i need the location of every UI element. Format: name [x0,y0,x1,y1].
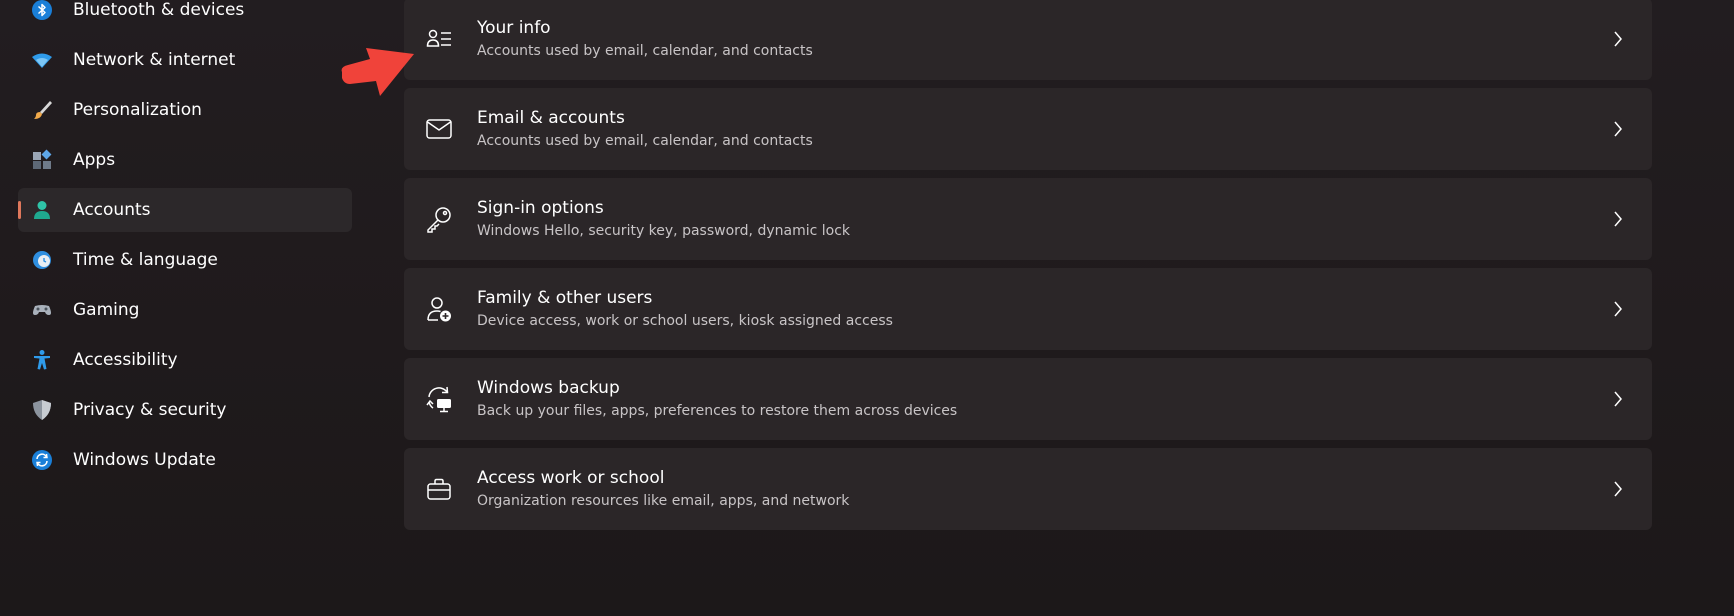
bluetooth-icon [30,0,54,22]
gamepad-icon [30,298,54,322]
sidebar-item-label: Apps [73,150,116,170]
sidebar: Bluetooth & devices Network & internet P… [0,0,370,616]
sidebar-item-label: Gaming [73,300,140,320]
chevron-right-icon [1610,30,1626,48]
card-title: Windows backup [477,378,620,398]
chevron-right-icon [1610,120,1626,138]
chevron-right-icon [1610,390,1626,408]
key-icon [424,204,454,234]
person-add-icon [424,294,454,324]
card-title: Access work or school [477,468,665,488]
card-sign-in-options[interactable]: Sign-in options Windows Hello, security … [404,178,1652,260]
chevron-right-icon [1610,300,1626,318]
card-windows-backup[interactable]: Windows backup Back up your files, apps,… [404,358,1652,440]
annotation-arrow-icon [341,48,414,96]
card-title: Sign-in options [477,198,604,218]
card-your-info[interactable]: Your info Accounts used by email, calend… [404,0,1652,80]
sidebar-item-personalization[interactable]: Personalization [18,88,352,132]
wifi-icon [30,48,54,72]
sidebar-item-privacy-security[interactable]: Privacy & security [18,388,352,432]
apps-icon [30,148,54,172]
card-subtitle: Accounts used by email, calendar, and co… [477,43,813,59]
sidebar-item-bluetooth-devices[interactable]: Bluetooth & devices [18,0,352,32]
person-icon [30,198,54,222]
sidebar-item-gaming[interactable]: Gaming [18,288,352,332]
card-family-other-users[interactable]: Family & other users Device access, work… [404,268,1652,350]
card-subtitle: Back up your files, apps, preferences to… [477,403,958,419]
sidebar-item-label: Bluetooth & devices [73,0,245,20]
mail-icon [424,114,454,144]
card-subtitle: Organization resources like email, apps,… [477,493,850,509]
card-subtitle: Windows Hello, security key, password, d… [477,223,851,239]
accessibility-icon [30,348,54,372]
person-list-icon [424,24,454,54]
sidebar-item-label: Accessibility [73,350,178,370]
card-subtitle: Accounts used by email, calendar, and co… [477,133,813,149]
sidebar-item-label: Time & language [73,250,218,270]
update-icon [30,448,54,472]
chevron-right-icon [1610,480,1626,498]
sidebar-item-label: Accounts [73,200,151,220]
sidebar-item-accounts[interactable]: Accounts [18,188,352,232]
sidebar-item-accessibility[interactable]: Accessibility [18,338,352,382]
settings-window: Bluetooth & devices Network & internet P… [0,0,1734,616]
sidebar-item-time-language[interactable]: Time & language [18,238,352,282]
sidebar-item-apps[interactable]: Apps [18,138,352,182]
sidebar-item-label: Personalization [73,100,202,120]
briefcase-icon [424,474,454,504]
globe-clock-icon [30,248,54,272]
chevron-right-icon [1610,210,1626,228]
card-access-work-school[interactable]: Access work or school Organization resou… [404,448,1652,530]
shield-icon [30,398,54,422]
selection-indicator [18,201,21,219]
card-title: Family & other users [477,288,653,308]
sidebar-item-network-internet[interactable]: Network & internet [18,38,352,82]
sidebar-item-label: Privacy & security [73,400,227,420]
sidebar-item-label: Windows Update [73,450,216,470]
brush-icon [30,98,54,122]
card-title: Your info [477,18,551,38]
card-title: Email & accounts [477,108,625,128]
sidebar-item-windows-update[interactable]: Windows Update [18,438,352,482]
card-email-accounts[interactable]: Email & accounts Accounts used by email,… [404,88,1652,170]
card-subtitle: Device access, work or school users, kio… [477,313,893,329]
backup-icon [424,384,454,414]
sidebar-item-label: Network & internet [73,50,236,70]
